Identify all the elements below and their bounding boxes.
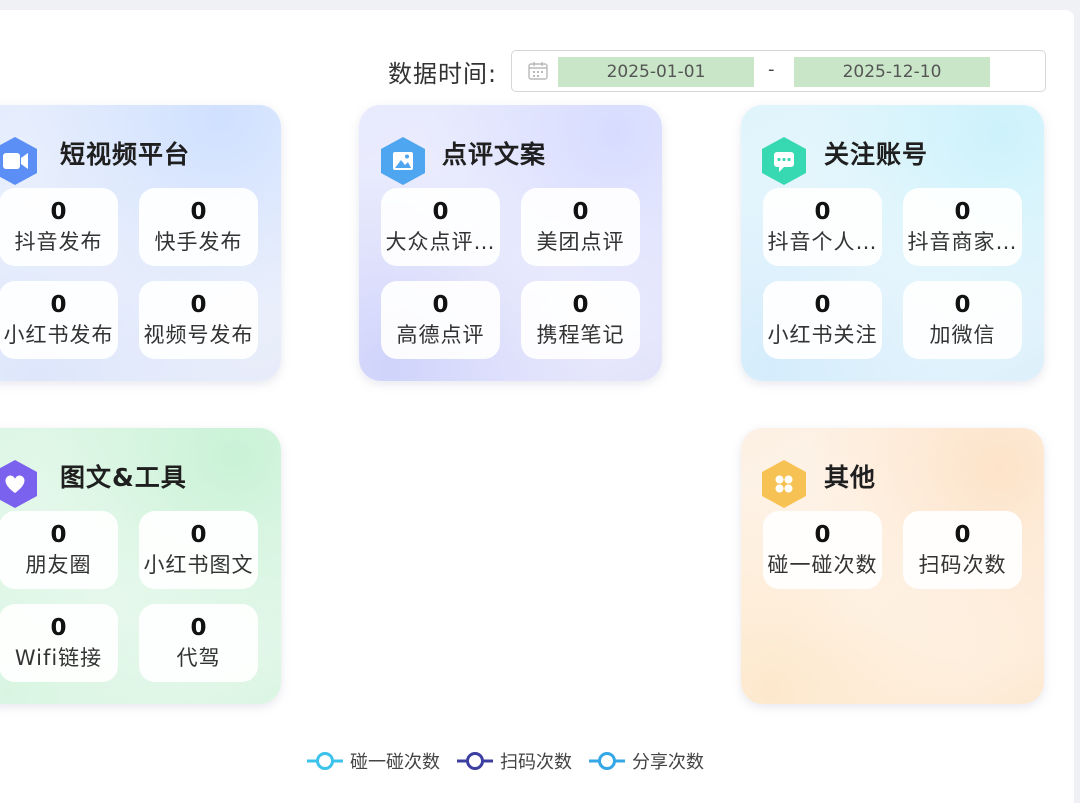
stat-label: 小红书发布 [3,323,114,347]
card-title: 短视频平台 [60,140,191,169]
stat-label: 视频号发布 [143,323,254,347]
legend-label: 扫码次数 [500,752,572,773]
legend-marker-icon [589,752,625,770]
stat-tile[interactable]: 0 美团点评 [521,188,640,266]
stat-tile[interactable]: 0 小红书关注 [763,281,882,359]
stat-label: 抖音商家… [907,230,1018,254]
chat-bubble-icon [762,137,806,185]
card-title: 关注账号 [824,140,929,169]
stat-value: 0 [190,199,207,225]
legend-label: 碰一碰次数 [350,752,440,773]
graphic-tools-card: 图文&工具 0 朋友圈 0 小红书图文 0 Wifi链接 0 代驾 [0,428,281,704]
stat-value: 0 [190,615,207,641]
stat-tile[interactable]: 0 高德点评 [381,281,500,359]
legend-marker-icon [457,752,493,770]
stat-tile[interactable]: 0 快手发布 [139,188,258,266]
stat-value: 0 [572,199,589,225]
stat-value: 0 [814,199,831,225]
stat-value: 0 [432,292,449,318]
card-title: 点评文案 [442,140,547,169]
stat-tile[interactable]: 0 小红书图文 [139,511,258,589]
stat-tile[interactable]: 0 小红书发布 [0,281,118,359]
stat-label: 抖音个人… [767,230,878,254]
stat-tile[interactable]: 0 Wifi链接 [0,604,118,682]
stat-tile[interactable]: 0 抖音个人… [763,188,882,266]
stat-label: 加微信 [929,323,996,347]
stat-value: 0 [814,292,831,318]
stat-value: 0 [50,615,67,641]
date-range-picker[interactable]: 2025-01-01 - 2025-12-10 [511,50,1046,92]
stat-value: 0 [954,292,971,318]
stat-tile[interactable]: 0 扫码次数 [903,511,1022,589]
stat-label: 朋友圈 [25,553,92,577]
stat-tile[interactable]: 0 加微信 [903,281,1022,359]
card-title: 图文&工具 [60,463,187,492]
stat-value: 0 [432,199,449,225]
stat-label: 美团点评 [536,230,625,254]
other-card: 其他 0 碰一碰次数 0 扫码次数 [741,428,1044,704]
calendar-icon [528,62,548,80]
heart-icon [0,460,37,508]
stat-tile[interactable]: 0 朋友圈 [0,511,118,589]
legend-marker-icon [307,752,343,770]
stat-value: 0 [572,292,589,318]
legend-label: 分享次数 [632,752,704,773]
video-camera-icon [0,137,37,185]
stat-value: 0 [190,292,207,318]
short-video-card: 短视频平台 0 抖音发布 0 快手发布 0 小红书发布 0 视频号发布 [0,105,281,381]
stat-label: 小红书图文 [143,553,254,577]
image-icon [381,137,425,185]
reviews-card: 点评文案 0 大众点评… 0 美团点评 0 高德点评 0 携程笔记 [359,105,662,381]
end-date-input[interactable]: 2025-12-10 [794,57,990,87]
stat-value: 0 [954,199,971,225]
stat-tile[interactable]: 0 视频号发布 [139,281,258,359]
stat-label: 高德点评 [396,323,485,347]
dashboard-panel: 数据时间: 2025-01-01 - 2025-12-10 短视频平台 0 抖音… [0,10,1074,803]
stat-label: 快手发布 [154,230,243,254]
date-filter: 数据时间: 2025-01-01 - 2025-12-10 [388,50,1046,92]
stat-tile[interactable]: 0 碰一碰次数 [763,511,882,589]
stat-value: 0 [50,199,67,225]
chart-legend: 碰一碰次数 扫码次数 分享次数 [306,748,720,774]
stat-tile[interactable]: 0 代驾 [139,604,258,682]
stat-tile[interactable]: 0 抖音发布 [0,188,118,266]
stat-label: 大众点评… [385,230,496,254]
stat-value: 0 [814,522,831,548]
follow-card: 关注账号 0 抖音个人… 0 抖音商家… 0 小红书关注 0 加微信 [741,105,1044,381]
stat-value: 0 [50,292,67,318]
card-title: 其他 [824,463,877,492]
stat-label: 扫码次数 [918,553,1007,577]
stat-tile[interactable]: 0 携程笔记 [521,281,640,359]
stat-value: 0 [50,522,67,548]
stat-tile[interactable]: 0 抖音商家… [903,188,1022,266]
stat-label: 小红书关注 [767,323,878,347]
start-date-input[interactable]: 2025-01-01 [558,57,754,87]
stat-label: 碰一碰次数 [767,553,878,577]
stat-value: 0 [190,522,207,548]
legend-item-share-count[interactable]: 分享次数 [588,748,704,774]
stat-label: 代驾 [176,646,221,670]
legend-item-scan-count[interactable]: 扫码次数 [456,748,572,774]
stat-label: 携程笔记 [536,323,625,347]
legend-item-touch-count[interactable]: 碰一碰次数 [306,748,440,774]
stat-label: Wifi链接 [14,646,103,670]
date-separator: - [768,59,775,80]
grid-icon [762,460,806,508]
stat-value: 0 [954,522,971,548]
date-filter-label: 数据时间: [388,59,498,88]
stat-tile[interactable]: 0 大众点评… [381,188,500,266]
stat-label: 抖音发布 [14,230,103,254]
